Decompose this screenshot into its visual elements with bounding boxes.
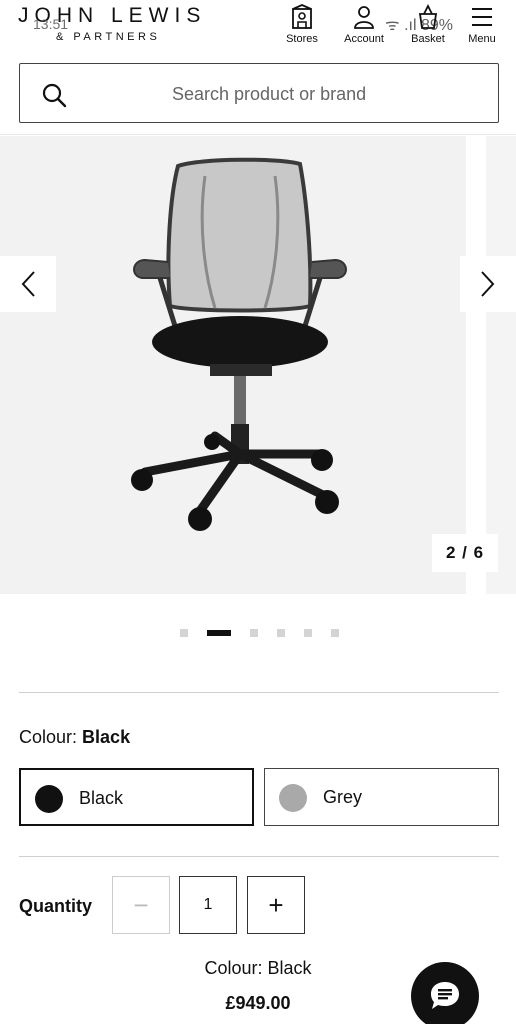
colour-option-label: Black bbox=[79, 788, 124, 808]
search-input[interactable]: Search product or brand bbox=[19, 63, 499, 123]
account-icon bbox=[354, 6, 374, 29]
header-divider bbox=[0, 134, 516, 135]
gallery-next-button[interactable] bbox=[460, 256, 516, 312]
nav-menu-label: Menu bbox=[468, 33, 496, 45]
product-image-office-chair bbox=[131, 157, 347, 531]
section-divider bbox=[19, 692, 499, 693]
colour-option-label: Grey bbox=[323, 787, 363, 807]
colour-swatch-black bbox=[35, 785, 63, 813]
gallery-dot-6[interactable] bbox=[331, 629, 339, 637]
nav-account-label: Account bbox=[344, 33, 384, 45]
search-icon bbox=[42, 83, 67, 108]
chat-button[interactable] bbox=[411, 962, 479, 1024]
minus-icon: − bbox=[133, 889, 149, 920]
nav-basket[interactable]: Basket bbox=[398, 4, 458, 45]
chat-bubble-icon bbox=[431, 982, 459, 1009]
basket-icon bbox=[418, 4, 438, 29]
plus-icon: + bbox=[268, 889, 284, 920]
status-time: 13:51 bbox=[33, 16, 69, 32]
nav-stores-label: Stores bbox=[286, 33, 318, 45]
site-header: JOHN LEWIS & PARTNERS 13:51 ᯤ .ıl 89% St… bbox=[0, 0, 516, 58]
nav-stores[interactable]: Stores bbox=[272, 4, 332, 45]
brand-logo-subline: & PARTNERS bbox=[56, 31, 161, 43]
product-image-gallery[interactable]: 2 / 6 bbox=[0, 136, 516, 594]
colour-swatch-grey bbox=[279, 784, 307, 812]
section-divider bbox=[19, 856, 499, 857]
chevron-left-icon bbox=[21, 271, 35, 297]
gallery-dot-2[interactable] bbox=[207, 630, 231, 636]
quantity-label: Quantity bbox=[19, 896, 93, 916]
gallery-counter: 2 / 6 bbox=[432, 534, 498, 572]
store-icon bbox=[292, 4, 312, 29]
gallery-previous-button[interactable] bbox=[0, 256, 56, 312]
nav-menu[interactable]: Menu bbox=[452, 4, 512, 45]
colour-heading-label: Colour: bbox=[19, 727, 78, 747]
nav-basket-label: Basket bbox=[411, 33, 445, 45]
nav-account[interactable]: Account bbox=[334, 4, 394, 45]
search-placeholder: Search product or brand bbox=[172, 84, 367, 104]
colour-option-grey[interactable]: Grey bbox=[264, 768, 499, 826]
quantity-decrease-button[interactable]: − bbox=[112, 876, 170, 934]
quantity-value[interactable]: 1 bbox=[179, 876, 237, 934]
chevron-right-icon bbox=[481, 271, 495, 297]
colour-option-black[interactable]: Black bbox=[19, 768, 254, 826]
gallery-dot-5[interactable] bbox=[304, 629, 312, 637]
gallery-dot-3[interactable] bbox=[250, 629, 258, 637]
gallery-dot-1[interactable] bbox=[180, 629, 188, 637]
quantity-increase-button[interactable]: + bbox=[247, 876, 305, 934]
colour-heading: Colour: Black bbox=[19, 727, 130, 748]
colour-heading-value: Black bbox=[82, 727, 131, 747]
gallery-dot-4[interactable] bbox=[277, 629, 285, 637]
menu-icon bbox=[472, 8, 492, 26]
